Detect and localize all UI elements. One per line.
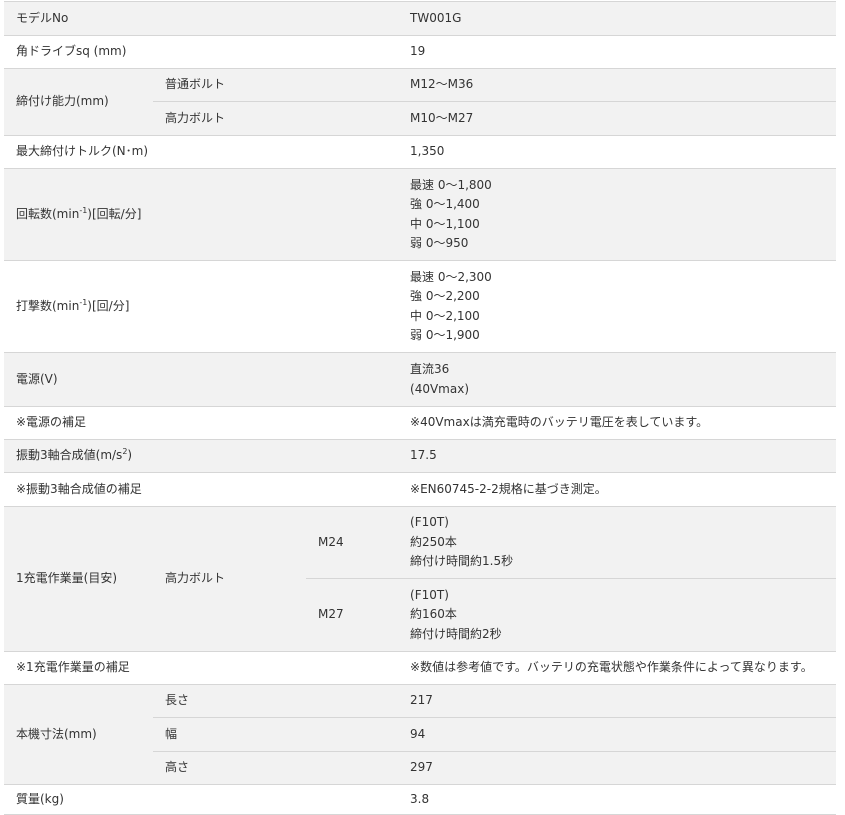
dimensions-width-value: 94 (398, 717, 837, 752)
rpm-label: 回転数(min-1)[回転/分] (4, 168, 399, 261)
weight-value: 3.8 (398, 784, 837, 815)
ipm-line: 最速 0〜2,300 (410, 269, 492, 284)
power-line: (40Vmax) (410, 381, 470, 396)
work-sub-label: 高力ボルト (153, 506, 306, 652)
vibration-value: 17.5 (398, 439, 837, 473)
row-dimensions-length: 本機寸法(mm) 長さ 217 (4, 684, 837, 785)
work-m27-line: 締付け時間約2秒 (410, 626, 502, 641)
row-rpm: 回転数(min-1)[回転/分] 最速 0〜1,800 強 0〜1,400 中 … (4, 168, 837, 261)
work-m24-value: (F10T) 約250本 締付け時間約1.5秒 (398, 506, 837, 579)
drive-value: 19 (398, 35, 837, 69)
row-vibration: 振動3軸合成値(m/s2) 17.5 (4, 439, 837, 473)
work-label: 1充電作業量(目安) (4, 506, 153, 652)
row-vibration-note: ※振動3軸合成値の補足 ※EN60745-2-2規格に基づき測定。 (4, 472, 837, 507)
capacity-high-value: M10〜M27 (398, 101, 837, 136)
work-m24-label: M24 (306, 506, 399, 579)
capacity-high-label: 高力ボルト (153, 101, 399, 136)
ipm-label: 打撃数(min-1)[回/分] (4, 260, 399, 353)
work-m27-label: M27 (306, 578, 399, 652)
work-m24-line: 締付け時間約1.5秒 (410, 554, 514, 569)
row-weight: 質量(kg) 3.8 (4, 784, 837, 815)
work-m27-line: (F10T) (410, 587, 449, 602)
dimensions-width-label: 幅 (153, 717, 399, 752)
ipm-line: 強 0〜2,200 (410, 289, 480, 303)
power-line: 直流36 (410, 362, 450, 376)
row-drive: 角ドライブsq (mm) 19 (4, 35, 837, 69)
ipm-value: 最速 0〜2,300 強 0〜2,200 中 0〜2,100 弱 0〜1,900 (398, 260, 837, 353)
model-value: TW001G (398, 1, 837, 36)
dimensions-length-label: 長さ (153, 684, 399, 718)
capacity-normal-label: 普通ボルト (153, 68, 399, 102)
model-label: モデルNo (4, 1, 399, 36)
vibration-note-value: ※EN60745-2-2規格に基づき測定。 (398, 472, 837, 507)
spec-table: モデルNo TW001G 角ドライブsq (mm) 19 締付け能力(mm) 普… (4, 1, 837, 815)
rpm-line: 弱 0〜950 (410, 236, 469, 250)
power-value: 直流36 (40Vmax) (398, 352, 837, 407)
row-power: 電源(V) 直流36 (40Vmax) (4, 352, 837, 407)
power-note-label: ※電源の補足 (4, 406, 399, 440)
rpm-line: 中 0〜1,100 (410, 216, 480, 231)
row-work-m24: 1充電作業量(目安) 高力ボルト M24 (F10T) 約250本 締付け時間約… (4, 506, 837, 652)
dimensions-height-value: 297 (398, 751, 837, 785)
capacity-normal-value: M12〜M36 (398, 68, 837, 102)
row-capacity-normal: 締付け能力(mm) 普通ボルト M12〜M36 (4, 68, 837, 136)
dimensions-length-value: 217 (398, 684, 837, 718)
power-note-value: ※40Vmaxは満充電時のバッテリ電圧を表しています。 (398, 406, 837, 440)
row-power-note: ※電源の補足 ※40Vmaxは満充電時のバッテリ電圧を表しています。 (4, 406, 837, 440)
work-m24-line: 約250本 (410, 534, 457, 549)
power-label: 電源(V) (4, 352, 399, 407)
rpm-line: 最速 0〜1,800 (410, 177, 492, 192)
dimensions-height-label: 高さ (153, 751, 399, 785)
dimensions-label: 本機寸法(mm) (4, 684, 153, 785)
vibration-label: 振動3軸合成値(m/s2) (4, 439, 399, 473)
torque-label: 最大締付けトルク(N･m) (4, 135, 399, 169)
work-m27-value: (F10T) 約160本 締付け時間約2秒 (398, 578, 837, 652)
vibration-note-label: ※振動3軸合成値の補足 (4, 472, 399, 507)
rpm-line: 強 0〜1,400 (410, 197, 480, 211)
work-m27-line: 約160本 (410, 607, 457, 622)
weight-label: 質量(kg) (4, 784, 399, 815)
work-note-label: ※1充電作業量の補足 (4, 651, 399, 685)
row-work-note: ※1充電作業量の補足 ※数値は参考値です。バッテリの充電状態や作業条件によって異… (4, 651, 837, 685)
work-m24-line: (F10T) (410, 515, 449, 530)
torque-value: 1,350 (398, 135, 837, 169)
row-torque: 最大締付けトルク(N･m) 1,350 (4, 135, 837, 169)
ipm-line: 弱 0〜1,900 (410, 328, 480, 342)
ipm-line: 中 0〜2,100 (410, 308, 480, 323)
rpm-value: 最速 0〜1,800 強 0〜1,400 中 0〜1,100 弱 0〜950 (398, 168, 837, 261)
row-ipm: 打撃数(min-1)[回/分] 最速 0〜2,300 強 0〜2,200 中 0… (4, 260, 837, 353)
drive-label: 角ドライブsq (mm) (4, 35, 399, 69)
work-note-value: ※数値は参考値です。バッテリの充電状態や作業条件によって異なります。 (398, 651, 837, 685)
capacity-label: 締付け能力(mm) (4, 68, 153, 136)
row-model: モデルNo TW001G (4, 1, 837, 36)
